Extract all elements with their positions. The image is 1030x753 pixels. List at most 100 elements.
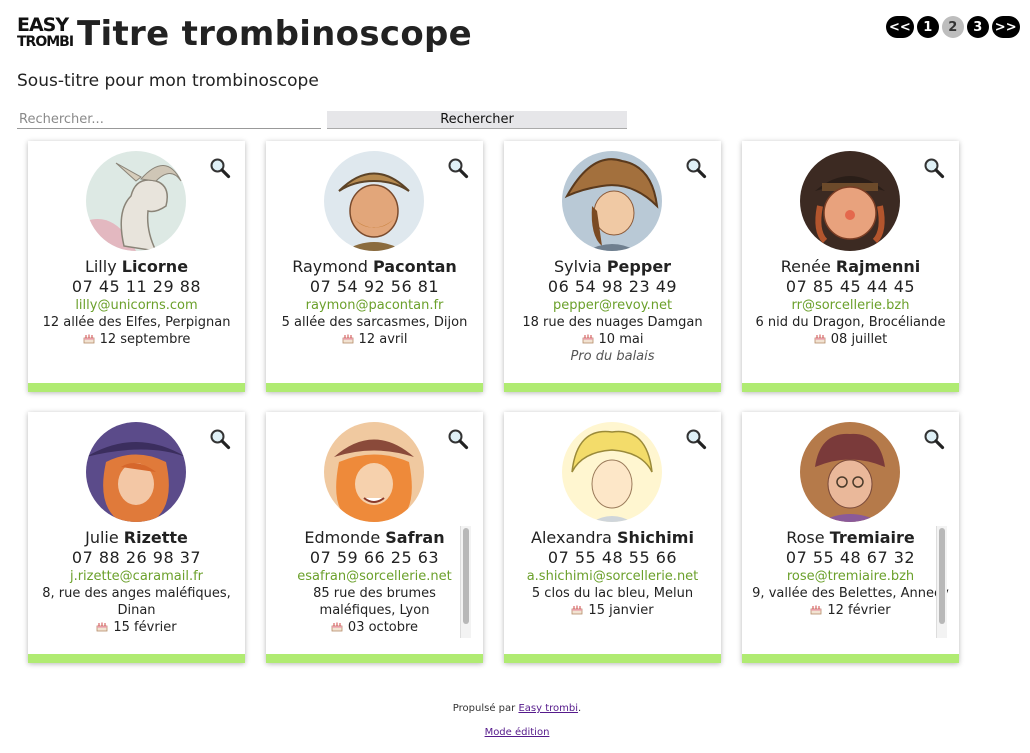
person-card[interactable]: Alexandra Shichimi 07 55 48 55 66 a.shichi…: [504, 412, 721, 663]
person-card[interactable]: Sylvia Pepper 06 54 98 23 49 pepper@revoy.…: [504, 141, 721, 392]
email-address[interactable]: j.rizette@caramail.fr: [28, 568, 245, 585]
email-address[interactable]: a.shichimi@sorcellerie.net: [504, 568, 721, 585]
person-name: Alexandra Shichimi: [504, 528, 721, 548]
birthday: 12 février: [742, 602, 959, 619]
first-name: Renée: [780, 257, 831, 276]
card-accent-bar: [742, 654, 959, 663]
scrollbar-thumb[interactable]: [939, 528, 945, 624]
postal-address: 9, vallée des Belettes, Annecy: [752, 586, 949, 601]
pager-page-2-current[interactable]: 2: [941, 16, 964, 38]
magnifier-icon[interactable]: [923, 157, 945, 179]
phone-number: 07 85 45 44 45: [785, 277, 916, 296]
card-accent-bar: [504, 654, 721, 663]
first-name: Rose: [786, 528, 825, 547]
person-card[interactable]: Rose Tremiaire 07 55 48 67 32 rose@tremiai…: [742, 412, 959, 663]
postal-address: 5 clos du lac bleu, Melun: [531, 586, 694, 601]
pager-page-1[interactable]: 1: [916, 16, 939, 38]
person-card[interactable]: Raymond Pacontan 07 54 92 56 81 raymon@pac…: [266, 141, 483, 392]
card-accent-bar: [28, 383, 245, 392]
birthday-date: 12 février: [827, 603, 891, 618]
person-card[interactable]: Edmonde Safran 07 59 66 25 63 esafran@sorc…: [266, 412, 483, 663]
card-accent-bar: [504, 383, 721, 392]
birthday-cake-icon: [814, 332, 831, 347]
magnifier-icon[interactable]: [447, 428, 469, 450]
email-address[interactable]: lilly@unicorns.com: [28, 297, 245, 314]
person-name: Edmonde Safran: [266, 528, 483, 548]
birthday-cake-icon: [571, 603, 588, 618]
first-name: Sylvia: [553, 257, 602, 276]
scrollbar-thumb[interactable]: [463, 528, 469, 624]
person-name: Rose Tremiaire: [742, 528, 959, 548]
person-card[interactable]: Lilly Licorne 07 45 11 29 88 lilly@unicorn…: [28, 141, 245, 392]
birthday-cake-icon: [83, 332, 100, 347]
search-input[interactable]: [17, 110, 321, 129]
pager-first-button[interactable]: <<: [886, 16, 914, 38]
phone-number: 07 59 66 25 63: [309, 548, 440, 567]
magnifier-icon[interactable]: [685, 157, 707, 179]
card-accent-bar: [266, 383, 483, 392]
magnifier-icon[interactable]: [447, 157, 469, 179]
phone-number: 06 54 98 23 49: [547, 277, 678, 296]
search-button[interactable]: Rechercher: [327, 111, 627, 129]
email-address[interactable]: pepper@revoy.net: [504, 297, 721, 314]
card-info: Lilly Licorne 07 45 11 29 88 lilly@unicorn…: [28, 257, 245, 348]
pager-last-button[interactable]: >>: [991, 16, 1020, 38]
phone-number: 07 88 26 98 37: [71, 548, 202, 567]
birthday-date: 15 janvier: [588, 603, 654, 618]
first-name: Alexandra: [531, 528, 612, 547]
footer-powered-prefix: Propulsé par: [452, 703, 516, 714]
phone-number: 07 55 48 67 32: [785, 548, 916, 567]
email-address[interactable]: esafran@sorcellerie.net: [266, 568, 483, 585]
phone-number: 07 55 48 55 66: [547, 548, 678, 567]
last-name: Shichimi: [617, 528, 694, 547]
card-scrollbar[interactable]: [936, 526, 947, 638]
email-address[interactable]: raymon@pacontan.fr: [266, 297, 483, 314]
avatar[interactable]: [86, 422, 186, 522]
birthday-date: 12 septembre: [99, 332, 191, 347]
postal-address: 8, rue des anges maléfiques, Dinan: [42, 586, 231, 618]
person-name: Julie Rizette: [28, 528, 245, 548]
avatar[interactable]: [800, 151, 900, 251]
avatar[interactable]: [562, 151, 662, 251]
postal-address: 85 rue des brumes maléfiques, Lyon: [313, 586, 436, 618]
last-name: Tremiaire: [829, 528, 915, 547]
email-address[interactable]: rose@tremiaire.bzh: [742, 568, 959, 585]
card-scrollbar[interactable]: [460, 526, 471, 638]
birthday: 12 septembre: [28, 331, 245, 348]
birthday-cake-icon: [810, 603, 827, 618]
email-address[interactable]: rr@sorcellerie.bzh: [742, 297, 959, 314]
last-name: Pacontan: [373, 257, 457, 276]
person-name: Lilly Licorne: [28, 257, 245, 277]
magnifier-icon[interactable]: [209, 157, 231, 179]
birthday-cake-icon: [96, 620, 113, 635]
magnifier-icon[interactable]: [685, 428, 707, 450]
avatar[interactable]: [800, 422, 900, 522]
birthday-cake-icon: [342, 332, 359, 347]
avatar[interactable]: [324, 422, 424, 522]
phone-number: 07 45 11 29 88: [71, 277, 202, 296]
avatar[interactable]: [86, 151, 186, 251]
card-info: Raymond Pacontan 07 54 92 56 81 raymon@pac…: [266, 257, 483, 348]
first-name: Edmonde: [304, 528, 381, 547]
postal-address: 18 rue des nuages Damgan: [522, 315, 703, 330]
birthday-date: 03 octobre: [347, 620, 419, 635]
first-name: Lilly: [84, 257, 117, 276]
avatar[interactable]: [562, 422, 662, 522]
page-title: Titre trombinoscope: [77, 14, 472, 54]
last-name: Licorne: [121, 257, 189, 276]
person-card[interactable]: Renée Rajmenni 07 85 45 44 45 rr@sorceller…: [742, 141, 959, 392]
avatar[interactable]: [324, 151, 424, 251]
edit-mode-link[interactable]: Mode édition: [485, 727, 550, 738]
postal-address: 12 allée des Elfes, Perpignan: [42, 315, 231, 330]
pager-page-3[interactable]: 3: [966, 16, 989, 38]
last-name: Safran: [385, 528, 445, 547]
easy-trombi-link[interactable]: Easy trombi: [518, 703, 578, 714]
easy-trombi-logo[interactable]: EASY TROMBI: [17, 14, 74, 52]
footer-edit: Mode édition: [0, 727, 1030, 738]
magnifier-icon[interactable]: [209, 428, 231, 450]
magnifier-icon[interactable]: [923, 428, 945, 450]
person-card[interactable]: Julie Rizette 07 88 26 98 37 j.rizette@car…: [28, 412, 245, 663]
card-info: Sylvia Pepper 06 54 98 23 49 pepper@revoy.…: [504, 257, 721, 365]
card-info: Julie Rizette 07 88 26 98 37 j.rizette@car…: [28, 528, 245, 636]
birthday-date: 12 avril: [358, 332, 408, 347]
